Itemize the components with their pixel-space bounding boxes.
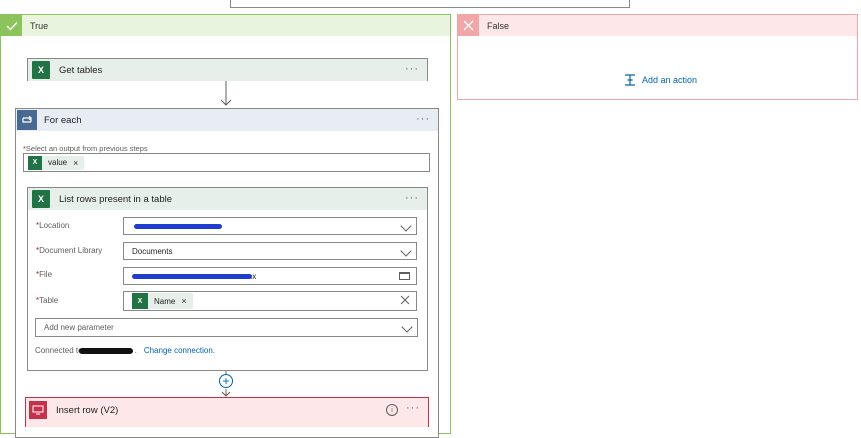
value-token[interactable]: X value × xyxy=(28,155,85,170)
more-menu-button[interactable]: ··· xyxy=(416,113,430,125)
false-branch-header[interactable]: False xyxy=(458,15,857,36)
table-input[interactable]: X Name × xyxy=(123,291,417,311)
redaction-scribble xyxy=(134,224,222,229)
connector-arrow xyxy=(219,81,233,107)
token-label: value xyxy=(48,158,68,167)
remove-token-icon[interactable]: × xyxy=(73,158,78,168)
name-token[interactable]: X Name × xyxy=(132,293,193,309)
file-picker-input[interactable]: .x xyxy=(123,267,417,285)
true-branch-label: True xyxy=(30,20,49,31)
document-library-value: Documents xyxy=(132,246,173,256)
info-icon[interactable]: i xyxy=(386,404,398,416)
add-step-plus-icon[interactable]: + xyxy=(219,374,233,388)
card-title: Get tables xyxy=(59,64,103,76)
card-title: List rows present in a table xyxy=(59,193,173,205)
add-action-button[interactable]: Add an action xyxy=(624,74,697,86)
true-branch-header[interactable]: True xyxy=(1,15,450,36)
for-each-output-input[interactable]: X value × xyxy=(23,153,430,172)
token-label: Name xyxy=(154,296,176,306)
more-menu-button[interactable]: ··· xyxy=(406,402,420,414)
location-dropdown[interactable] xyxy=(123,217,417,235)
connection-info: Connected to . Change connection. xyxy=(35,346,215,355)
condition-card-bottom xyxy=(230,0,630,8)
false-branch-label: False xyxy=(487,20,510,31)
connected-to-suffix: . xyxy=(134,346,137,355)
add-action-label: Add an action xyxy=(642,75,698,85)
chevron-down-icon xyxy=(400,220,412,232)
for-each-field-label: *Select an output from previous steps xyxy=(23,144,148,153)
chevron-down-icon xyxy=(401,321,413,333)
for-each-header[interactable]: For each ··· xyxy=(16,109,438,131)
chevron-down-icon xyxy=(400,245,412,257)
clear-icon[interactable] xyxy=(400,295,410,307)
false-branch: False Add an action xyxy=(457,14,858,100)
get-tables-card[interactable]: X Get tables ··· xyxy=(27,58,428,81)
folder-icon[interactable] xyxy=(399,272,410,280)
sql-icon xyxy=(29,401,47,419)
excel-icon: X xyxy=(28,155,42,170)
connected-to-label: Connected to xyxy=(35,346,83,355)
more-menu-button[interactable]: ··· xyxy=(405,63,419,75)
add-action-icon xyxy=(624,74,636,86)
redaction-scribble xyxy=(132,274,252,279)
excel-icon: X xyxy=(132,293,148,309)
excel-icon: X xyxy=(32,190,50,208)
document-library-label: *Document Library xyxy=(36,246,103,255)
more-menu-button[interactable]: ··· xyxy=(405,192,419,204)
add-parameter-label: Add new parameter xyxy=(44,323,114,332)
check-icon xyxy=(1,15,22,36)
list-rows-header[interactable]: X List rows present in a table ··· xyxy=(28,188,427,210)
file-label: *File xyxy=(36,270,53,279)
card-title: Insert row (V2) xyxy=(56,404,119,416)
loop-icon xyxy=(17,110,37,130)
close-icon xyxy=(458,15,479,36)
insert-row-card[interactable]: Insert row (V2) i ··· xyxy=(25,397,429,427)
change-connection-link[interactable]: Change connection. xyxy=(144,346,215,355)
remove-token-icon[interactable]: × xyxy=(181,296,186,306)
add-new-parameter-dropdown[interactable]: Add new parameter xyxy=(35,318,418,337)
redaction-scribble xyxy=(78,347,133,354)
table-label: *Table xyxy=(36,296,59,305)
location-label: *Location xyxy=(36,221,70,230)
document-library-dropdown[interactable]: Documents xyxy=(123,242,417,260)
excel-icon: X xyxy=(32,61,50,79)
for-each-title: For each xyxy=(44,114,82,126)
